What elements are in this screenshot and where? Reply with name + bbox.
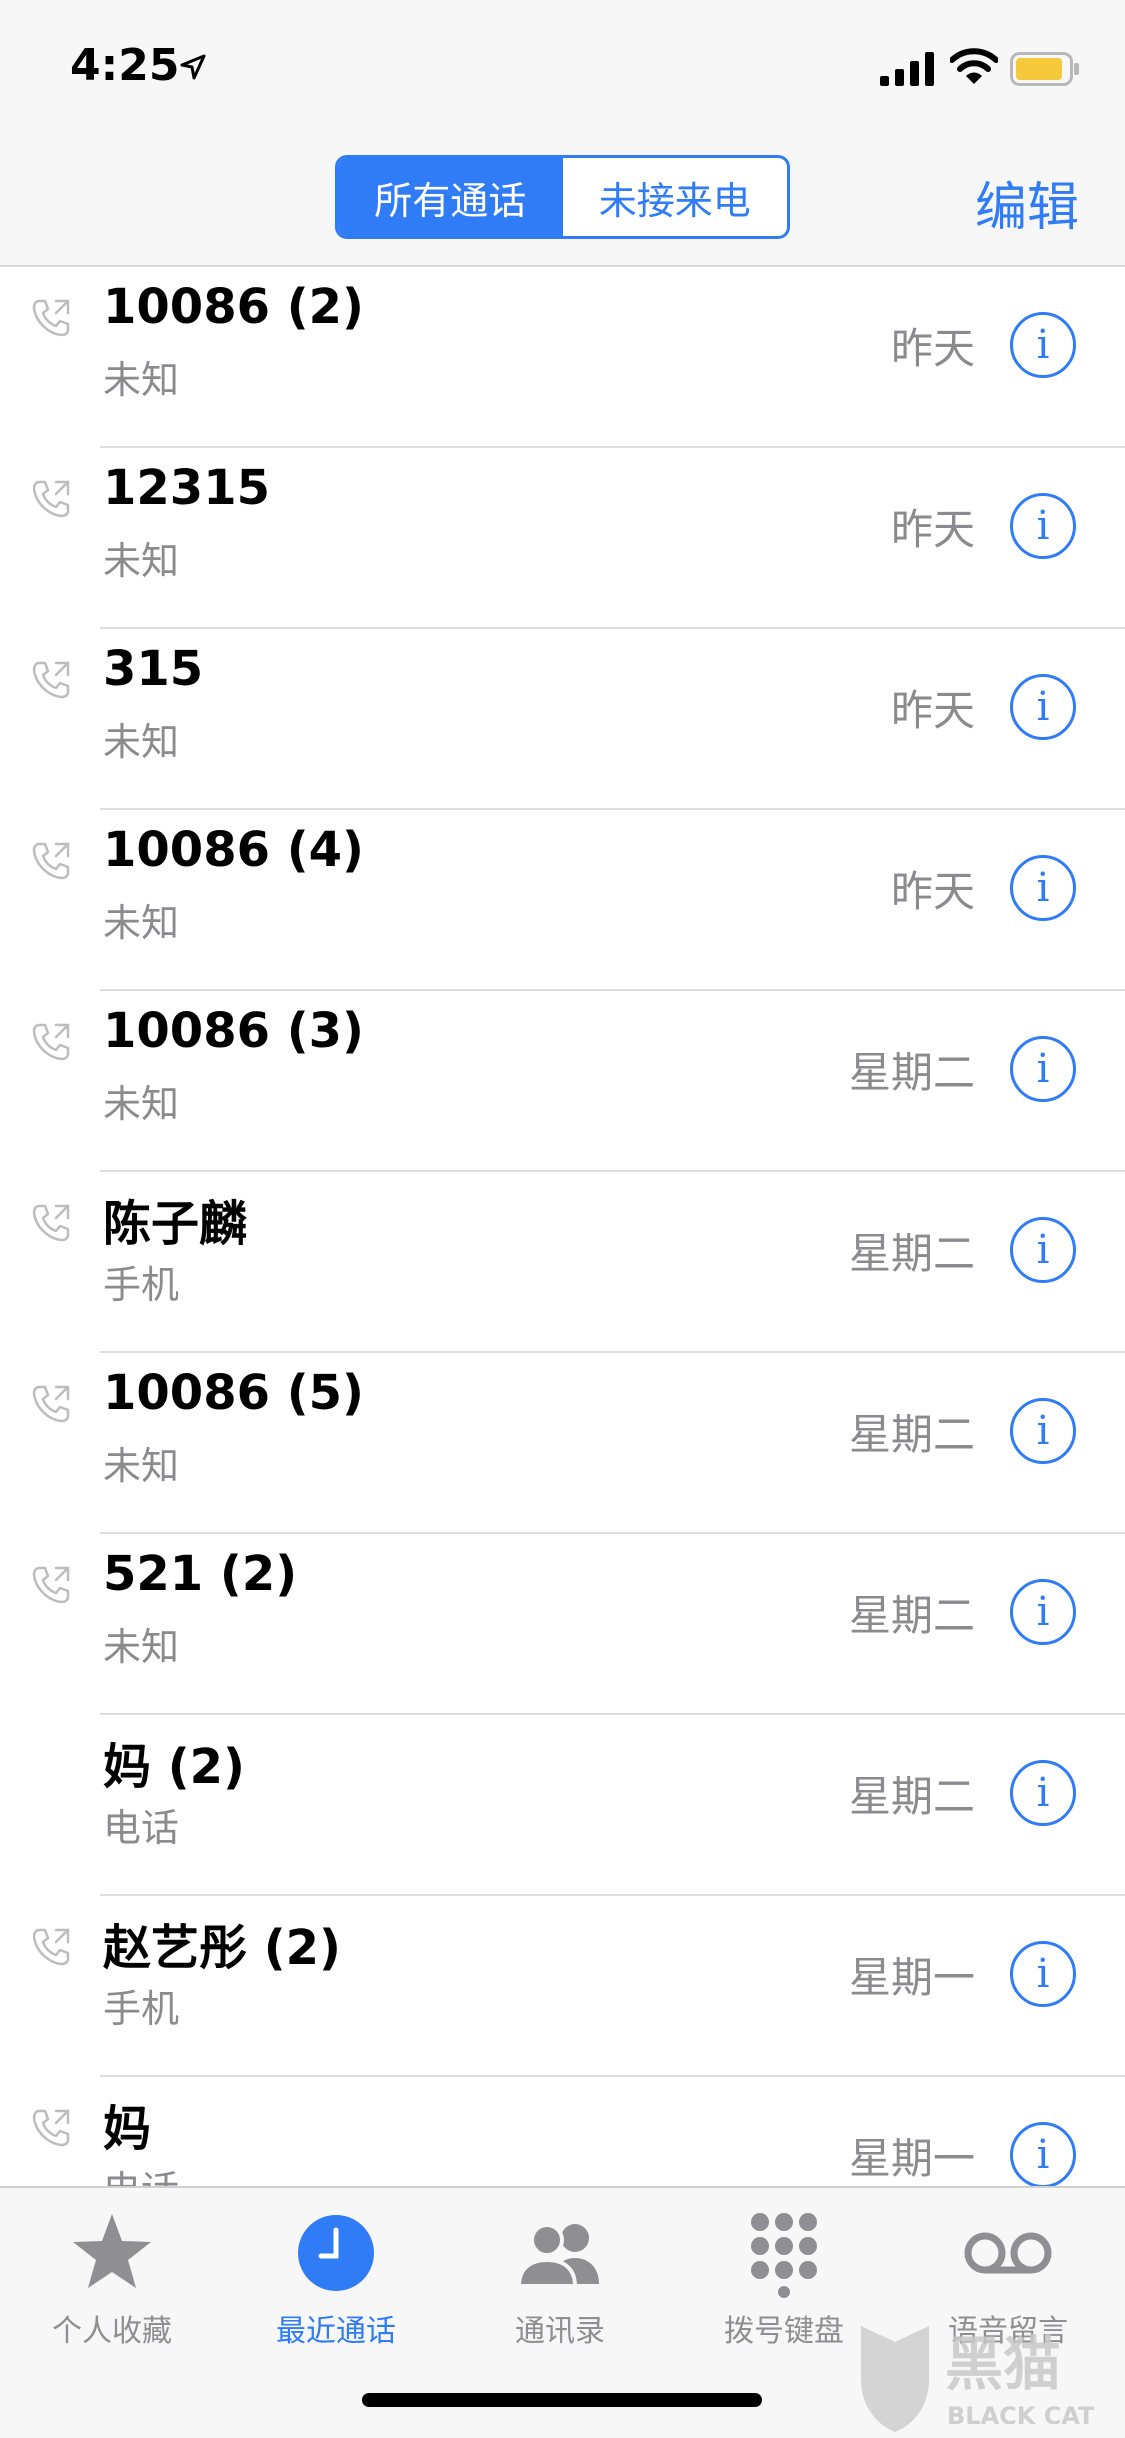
info-button-icon[interactable]: i (1010, 1760, 1076, 1826)
outgoing-call-icon (32, 1928, 70, 1966)
call-type-label: 未知 (103, 1625, 180, 1669)
info-button-icon[interactable]: i (1010, 312, 1076, 378)
outgoing-call-icon (32, 1204, 70, 1242)
black-cat-watermark-logo: 黑猫 BLACK CAT (861, 2326, 1095, 2432)
call-type-label: 未知 (103, 358, 180, 402)
star-icon (73, 2214, 151, 2288)
segment-all-calls[interactable]: 所有通话 (338, 158, 563, 236)
call-filter-segmented-control: 所有通话 未接来电 (335, 155, 790, 239)
tab-keypad[interactable]: 拨号键盘 (684, 2208, 884, 2350)
edit-button[interactable]: 编辑 (975, 165, 1079, 240)
call-row[interactable]: 妈 (2) 电话 星期二 i (0, 1715, 1125, 1896)
call-type-label: 未知 (103, 1444, 180, 1488)
info-button-icon[interactable]: i (1010, 2122, 1076, 2188)
tab-label: 通讯录 (515, 2314, 605, 2349)
info-button-icon[interactable]: i (1010, 1036, 1076, 1102)
call-date: 星期二 (848, 1591, 975, 1640)
outgoing-call-icon (32, 299, 70, 337)
call-row[interactable]: 陈子麟 手机 星期二 i (0, 1172, 1125, 1353)
tab-contacts[interactable]: 通讯录 (460, 2208, 660, 2350)
caller-name: 陈子麟 (103, 1196, 248, 1252)
call-row[interactable]: 10086 (3) 未知 星期二 i (0, 991, 1125, 1172)
info-button-icon[interactable]: i (1010, 1398, 1076, 1464)
outgoing-call-icon (32, 480, 70, 518)
call-date: 星期一 (848, 1953, 975, 2002)
tab-label: 拨号键盘 (724, 2314, 844, 2349)
location-arrow-icon (180, 54, 206, 80)
call-date: 星期二 (848, 1772, 975, 1821)
tab-label: 最近通话 (276, 2314, 396, 2349)
svg-text:黑猫: 黑猫 (945, 2330, 1061, 2398)
contacts-icon (516, 2223, 599, 2288)
caller-name: 10086 (2) (103, 279, 364, 335)
home-indicator (362, 2393, 762, 2407)
call-date: 星期二 (848, 1229, 975, 1278)
call-type-label: 未知 (103, 1082, 180, 1126)
call-row[interactable]: 赵艺彤 (2) 手机 星期一 i (0, 1896, 1125, 2077)
caller-name: 妈 (103, 2101, 152, 2157)
outgoing-call-icon (32, 661, 70, 699)
voicemail-icon (964, 2232, 1052, 2274)
call-type-label: 手机 (103, 1263, 180, 1307)
wifi-icon (950, 48, 998, 84)
call-date: 昨天 (890, 686, 975, 735)
caller-name: 10086 (4) (103, 822, 364, 878)
info-button-icon[interactable]: i (1010, 855, 1076, 921)
status-time: 4:25 (70, 40, 180, 91)
info-button-icon[interactable]: i (1010, 1579, 1076, 1645)
call-date: 星期二 (848, 1410, 975, 1459)
info-button-icon[interactable]: i (1010, 493, 1076, 559)
outgoing-call-icon (32, 1023, 70, 1061)
call-row[interactable]: 12315 未知 昨天 i (0, 448, 1125, 629)
call-row[interactable]: 10086 (5) 未知 星期二 i (0, 1353, 1125, 1534)
caller-name: 妈 (2) (103, 1739, 245, 1795)
call-type-label: 未知 (103, 901, 180, 945)
svg-text:BLACK CAT: BLACK CAT (947, 2402, 1095, 2430)
call-date: 星期一 (848, 2134, 975, 2183)
caller-name: 赵艺彤 (2) (103, 1920, 341, 1976)
tab-favorites[interactable]: 个人收藏 (12, 2208, 212, 2350)
call-row[interactable]: 10086 (2) 未知 昨天 i (0, 267, 1125, 448)
clock-icon (298, 2215, 374, 2291)
battery-icon (1010, 52, 1079, 86)
caller-name: 10086 (5) (103, 1365, 364, 1421)
caller-name: 521 (2) (103, 1546, 298, 1602)
caller-name: 10086 (3) (103, 1003, 364, 1059)
caller-name: 12315 (103, 460, 270, 516)
call-type-label: 未知 (103, 539, 180, 583)
call-date: 昨天 (890, 505, 975, 554)
recent-calls-list: 10086 (2) 未知 昨天 i 12315 未知 昨天 i 315 未知 昨… (0, 267, 1125, 2258)
call-date: 昨天 (890, 867, 975, 916)
navigation-bar: 所有通话 未接来电 编辑 (0, 135, 1125, 267)
tab-recents[interactable]: 最近通话 (236, 2208, 436, 2350)
status-bar: 4:25 (0, 0, 1125, 135)
cellular-signal-icon (880, 52, 934, 86)
outgoing-call-icon (32, 1385, 70, 1423)
call-date: 星期二 (848, 1048, 975, 1097)
caller-name: 315 (103, 641, 204, 697)
info-button-icon[interactable]: i (1010, 674, 1076, 740)
segment-missed-calls[interactable]: 未接来电 (563, 158, 788, 236)
call-type-label: 手机 (103, 1987, 180, 2031)
call-row[interactable]: 10086 (4) 未知 昨天 i (0, 810, 1125, 991)
call-row[interactable]: 315 未知 昨天 i (0, 629, 1125, 810)
call-type-label: 电话 (103, 1806, 180, 1850)
call-row[interactable]: 521 (2) 未知 星期二 i (0, 1534, 1125, 1715)
info-button-icon[interactable]: i (1010, 1217, 1076, 1283)
call-date: 昨天 (890, 324, 975, 373)
info-button-icon[interactable]: i (1010, 1941, 1076, 2007)
outgoing-call-icon (32, 842, 70, 880)
outgoing-call-icon (32, 2109, 70, 2147)
tab-label: 个人收藏 (52, 2314, 172, 2349)
call-type-label: 未知 (103, 720, 180, 764)
outgoing-call-icon (32, 1566, 70, 1604)
keypad-icon (751, 2213, 817, 2298)
